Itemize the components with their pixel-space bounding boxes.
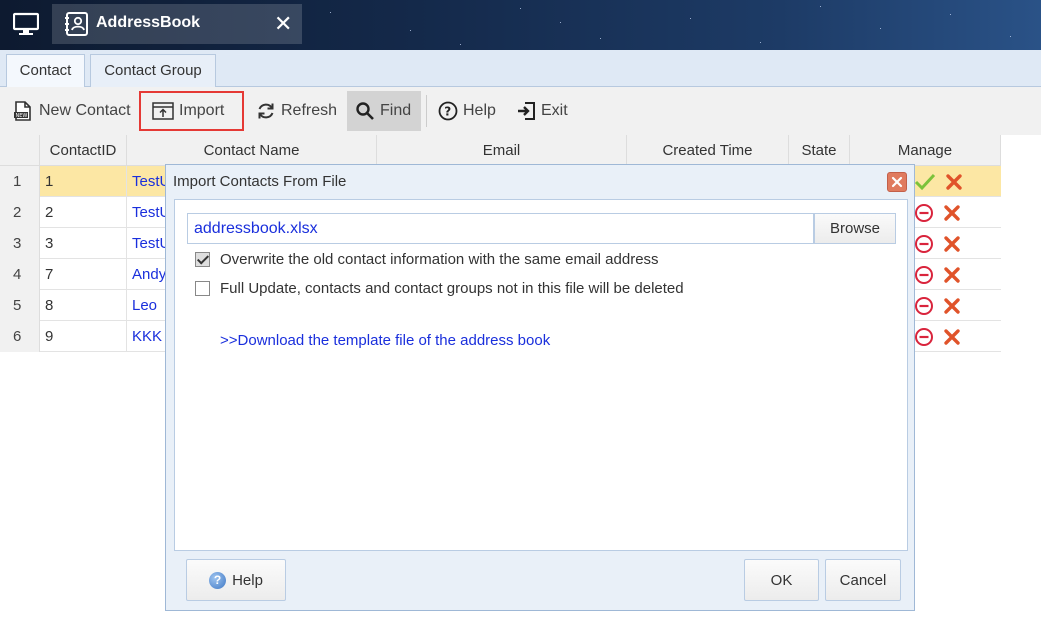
contact-name-link[interactable]: Andy	[127, 259, 167, 290]
dialog-help-button[interactable]: ? Help	[186, 559, 286, 601]
contact-id-cell: 9	[40, 321, 127, 352]
find-label: Find	[380, 102, 412, 119]
file-path-input[interactable]: addressbook.xlsx	[187, 213, 814, 244]
browse-button[interactable]: Browse	[814, 213, 896, 244]
row-number: 2	[0, 197, 40, 228]
help-button[interactable]: ? Help	[438, 91, 503, 131]
full-update-option-label: Full Update, contacts and contact groups…	[220, 280, 684, 297]
full-update-checkbox[interactable]	[195, 281, 210, 296]
ok-button[interactable]: OK	[744, 559, 819, 601]
tab-contact[interactable]: Contact	[6, 54, 85, 88]
column-header-state[interactable]: State	[789, 135, 850, 166]
row-number-header	[0, 135, 40, 166]
save-check-icon[interactable]	[914, 172, 936, 192]
dialog-title: Import Contacts From File	[173, 173, 347, 190]
contact-id-cell: 3	[40, 228, 127, 259]
delete-x-icon[interactable]	[945, 173, 963, 191]
exit-button[interactable]: Exit	[516, 91, 576, 131]
contact-id-cell: 1	[40, 166, 127, 197]
contact-name-link[interactable]: Leo	[127, 290, 167, 321]
delete-x-icon[interactable]	[943, 266, 961, 284]
delete-x-icon[interactable]	[943, 328, 961, 346]
app-title: AddressBook	[96, 14, 201, 31]
dialog-close-button[interactable]	[887, 172, 907, 192]
refresh-icon	[258, 103, 274, 119]
grid-header: ContactID Contact Name Email Created Tim…	[0, 135, 1001, 166]
contact-id-cell: 7	[40, 259, 127, 290]
overwrite-option[interactable]: Overwrite the old contact information wi…	[195, 251, 659, 268]
full-update-option[interactable]: Full Update, contacts and contact groups…	[195, 280, 684, 297]
desktop-icon[interactable]	[13, 12, 39, 36]
overwrite-option-label: Overwrite the old contact information wi…	[220, 251, 659, 268]
addressbook-icon	[65, 12, 88, 36]
manage-actions	[914, 233, 974, 255]
refresh-label: Refresh	[281, 102, 338, 119]
dialog-body: addressbook.xlsx Browse Overwrite the ol…	[174, 199, 908, 551]
close-icon	[891, 176, 903, 188]
tab-addressbook[interactable]: AddressBook ✕	[52, 4, 302, 44]
search-icon	[356, 102, 374, 120]
toolbar-divider	[426, 95, 427, 127]
cancel-button[interactable]: Cancel	[825, 559, 901, 601]
row-number: 4	[0, 259, 40, 290]
contact-name-link[interactable]: TestU	[127, 228, 167, 259]
title-bar: AddressBook ✕	[0, 0, 1041, 50]
new-contact-label: New Contact	[39, 102, 131, 119]
disable-minus-icon[interactable]	[914, 203, 934, 223]
exit-icon	[518, 102, 535, 120]
new-document-icon: NEW	[14, 101, 31, 121]
delete-x-icon[interactable]	[943, 235, 961, 253]
column-header-contact-name[interactable]: Contact Name	[127, 135, 377, 166]
contact-name-link[interactable]: TestU	[127, 166, 167, 197]
disable-minus-icon[interactable]	[914, 296, 934, 316]
svg-text:?: ?	[444, 105, 451, 119]
row-number: 3	[0, 228, 40, 259]
exit-label: Exit	[541, 102, 568, 119]
dialog-footer: ? Help OK Cancel	[166, 551, 914, 610]
contact-name-link[interactable]: TestU	[127, 197, 167, 228]
import-label: Import	[179, 102, 225, 119]
download-template-link[interactable]: >>Download the template file of the addr…	[220, 332, 550, 349]
tab-strip: Contact Contact Group	[0, 50, 1041, 88]
overwrite-checkbox[interactable]	[195, 252, 210, 267]
find-button[interactable]: Find	[347, 91, 421, 131]
manage-actions	[914, 326, 974, 348]
import-dialog: Import Contacts From File addressbook.xl…	[165, 164, 915, 611]
row-number: 5	[0, 290, 40, 321]
disable-minus-icon[interactable]	[914, 265, 934, 285]
disable-minus-icon[interactable]	[914, 327, 934, 347]
column-header-email[interactable]: Email	[377, 135, 627, 166]
row-number: 1	[0, 166, 40, 197]
delete-x-icon[interactable]	[943, 297, 961, 315]
refresh-button[interactable]: Refresh	[256, 91, 341, 131]
dialog-help-label: Help	[232, 571, 263, 589]
column-header-contactid[interactable]: ContactID	[40, 135, 127, 166]
column-header-created-time[interactable]: Created Time	[627, 135, 789, 166]
contact-id-cell: 8	[40, 290, 127, 321]
manage-actions	[914, 295, 974, 317]
close-tab-icon[interactable]: ✕	[274, 12, 292, 36]
row-number: 6	[0, 321, 40, 352]
tab-contact-group[interactable]: Contact Group	[90, 54, 216, 87]
help-icon: ?	[438, 101, 458, 121]
manage-actions	[914, 202, 974, 224]
help-circle-icon: ?	[209, 571, 227, 589]
manage-actions	[914, 264, 974, 286]
column-header-manage: Manage	[850, 135, 1001, 166]
disable-minus-icon[interactable]	[914, 234, 934, 254]
svg-text:NEW: NEW	[16, 113, 28, 119]
import-button[interactable]: Import	[139, 91, 244, 131]
contact-name-link[interactable]: KKK	[127, 321, 167, 352]
contact-id-cell: 2	[40, 197, 127, 228]
new-contact-button[interactable]: NEW New Contact	[12, 91, 137, 131]
help-label: Help	[463, 102, 496, 119]
import-icon	[152, 102, 174, 120]
manage-actions	[914, 171, 974, 193]
toolbar: NEW New Contact Import Refresh Find ? He…	[0, 87, 1041, 135]
delete-x-icon[interactable]	[943, 204, 961, 222]
